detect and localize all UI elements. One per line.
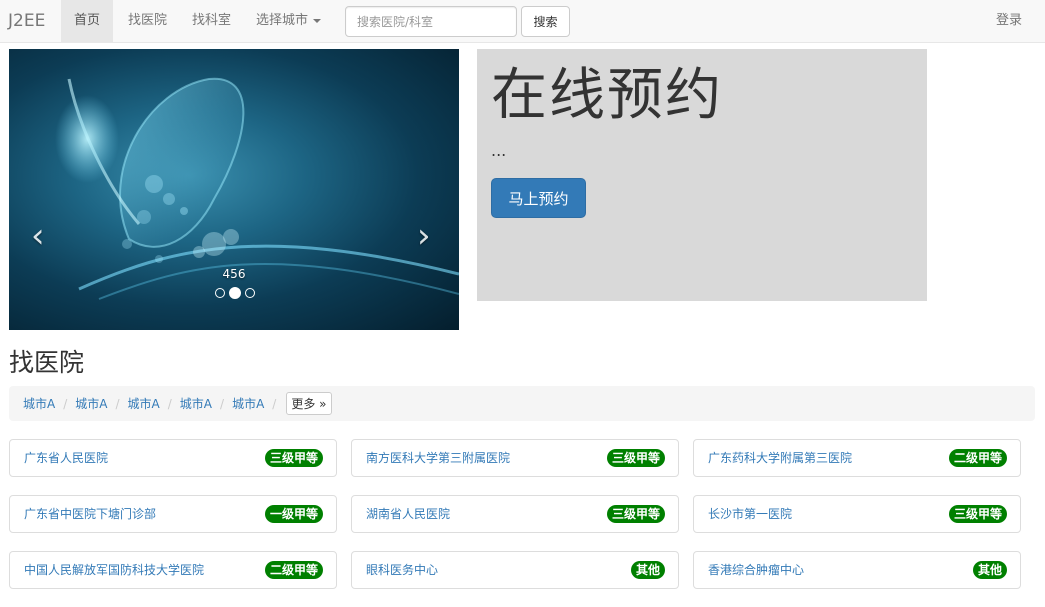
nav-find-department[interactable]: 找科室 xyxy=(192,0,231,42)
city-breadcrumb: 城市A / 城市A / 城市A / 城市A / 城市A / 更多 » xyxy=(9,386,1035,421)
top-navbar: J2EE 首页 找医院 找科室 选择城市 搜索 登录 xyxy=(0,0,1045,43)
city-link[interactable]: 城市A xyxy=(128,395,160,412)
hospital-card[interactable]: 广东省人民医院 三级甲等 xyxy=(9,439,337,477)
jumbotron-title: 在线预约 xyxy=(491,63,723,128)
caret-down-icon xyxy=(313,18,322,23)
city-link[interactable]: 城市A xyxy=(232,395,264,412)
breadcrumb-separator: / xyxy=(63,396,68,411)
city-link[interactable]: 城市A xyxy=(23,395,55,412)
search-input[interactable] xyxy=(345,6,517,37)
hospital-level-badge: 其他 xyxy=(972,561,1007,579)
hospital-card[interactable]: 香港综合肿瘤中心 其他 xyxy=(693,551,1021,589)
brand-logo[interactable]: J2EE xyxy=(8,11,45,31)
hospital-level-badge: 三级甲等 xyxy=(264,449,323,467)
hospital-level-badge: 三级甲等 xyxy=(606,505,665,523)
carousel-indicator-active[interactable] xyxy=(229,287,241,299)
hospital-level-badge: 其他 xyxy=(630,561,665,579)
hospital-level-badge: 三级甲等 xyxy=(948,505,1007,523)
appointment-jumbotron: 在线预约 ... 马上预约 xyxy=(477,49,927,301)
section-title-find-hospital: 找医院 xyxy=(9,348,85,377)
carousel-next-icon[interactable]: › xyxy=(417,219,431,253)
nav-select-city-dropdown[interactable]: 选择城市 xyxy=(256,0,322,42)
hospital-name[interactable]: 长沙市第一医院 xyxy=(708,496,792,532)
breadcrumb-separator: / xyxy=(272,396,277,411)
hospital-name[interactable]: 中国人民解放军国防科技大学医院 xyxy=(24,552,204,588)
hospital-level-badge: 三级甲等 xyxy=(606,449,665,467)
hospital-card[interactable]: 中国人民解放军国防科技大学医院 二级甲等 xyxy=(9,551,337,589)
hospital-level-badge: 二级甲等 xyxy=(948,449,1007,467)
city-link[interactable]: 城市A xyxy=(180,395,212,412)
select-city-label: 选择城市 xyxy=(256,13,309,28)
search-button[interactable]: 搜索 xyxy=(521,6,570,37)
nav-home[interactable]: 首页 xyxy=(61,0,114,42)
more-cities-button[interactable]: 更多 » xyxy=(286,392,332,415)
hospital-card[interactable]: 长沙市第一医院 三级甲等 xyxy=(693,495,1021,533)
hospital-name[interactable]: 广东省中医院下塘门诊部 xyxy=(24,496,156,532)
carousel-indicators xyxy=(215,287,255,299)
hospital-card[interactable]: 眼科医务中心 其他 xyxy=(351,551,679,589)
breadcrumb-separator: / xyxy=(220,396,225,411)
carousel-prev-icon[interactable]: ‹ xyxy=(31,219,45,253)
book-now-button[interactable]: 马上预约 xyxy=(491,178,586,218)
hospital-name[interactable]: 香港综合肿瘤中心 xyxy=(708,552,804,588)
carousel-caption: 456 xyxy=(222,267,246,281)
hospital-name[interactable]: 湖南省人民医院 xyxy=(366,496,450,532)
nav-find-hospital[interactable]: 找医院 xyxy=(128,0,167,42)
hospital-name[interactable]: 广东省人民医院 xyxy=(24,440,108,476)
hospital-card[interactable]: 湖南省人民医院 三级甲等 xyxy=(351,495,679,533)
image-carousel: ‹ › 456 xyxy=(9,49,459,330)
hospital-level-badge: 一级甲等 xyxy=(264,505,323,523)
hospital-card[interactable]: 南方医科大学第三附属医院 三级甲等 xyxy=(351,439,679,477)
carousel-indicator[interactable] xyxy=(245,288,255,298)
jumbotron-text: ... xyxy=(491,141,507,160)
hospital-card[interactable]: 广东药科大学附属第三医院 二级甲等 xyxy=(693,439,1021,477)
city-link[interactable]: 城市A xyxy=(75,395,107,412)
hospital-name[interactable]: 广东药科大学附属第三医院 xyxy=(708,440,852,476)
carousel-indicator[interactable] xyxy=(215,288,225,298)
hospital-name[interactable]: 眼科医务中心 xyxy=(366,552,438,588)
hospital-level-badge: 二级甲等 xyxy=(264,561,323,579)
breadcrumb-separator: / xyxy=(115,396,120,411)
breadcrumb-separator: / xyxy=(167,396,172,411)
hospital-card[interactable]: 广东省中医院下塘门诊部 一级甲等 xyxy=(9,495,337,533)
hospital-name[interactable]: 南方医科大学第三附属医院 xyxy=(366,440,510,476)
login-link[interactable]: 登录 xyxy=(996,0,1022,42)
